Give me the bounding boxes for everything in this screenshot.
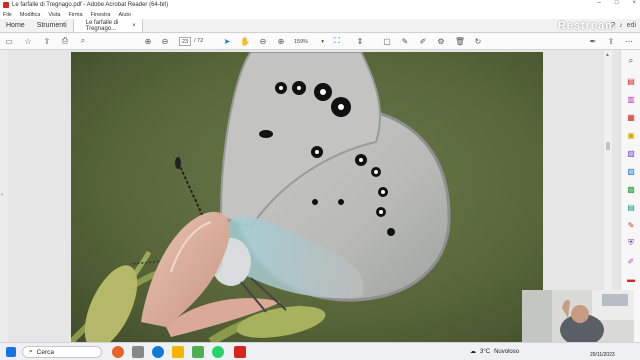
expand-left-panel-icon[interactable]: › xyxy=(1,192,3,198)
close-window-button[interactable]: × xyxy=(632,0,636,6)
zoom-dropdown[interactable]: 159% ▾ xyxy=(294,37,324,46)
taskbar-date: 29/11/2023 xyxy=(590,352,615,358)
widget-icon[interactable] xyxy=(112,346,124,358)
more-icon[interactable]: ⋯ xyxy=(624,36,634,46)
window-title: Le farfalle di Tregnago.pdf - Adobe Acro… xyxy=(12,2,169,8)
tab-home[interactable]: Home xyxy=(0,19,31,32)
whatsapp-icon[interactable] xyxy=(212,346,224,358)
file-explorer-icon[interactable] xyxy=(172,346,184,358)
maximize-button[interactable]: □ xyxy=(615,0,619,6)
title-bar: Le farfalle di Tregnago.pdf - Adobe Acro… xyxy=(0,0,640,10)
toolbar: ▭ ☆ ⇪ ⎙ ⌕ ⊕ ⊖ 23 / 72 ➤ ✋ ⊖ ⊕ 159% ▾ ⛶ ⇕… xyxy=(0,33,640,50)
cloud-icon: ☁ xyxy=(470,349,476,355)
tab-home-label: Home xyxy=(6,22,25,29)
weather-temp: 3°C xyxy=(480,348,491,355)
scroll-thumb[interactable] xyxy=(606,142,610,150)
share-icon[interactable]: ⇪ xyxy=(606,36,616,46)
menu-vista[interactable]: Vista xyxy=(48,12,60,18)
acrobat-app-icon xyxy=(3,2,9,8)
taskbar: ⌕ Cerca ☁ 3°C Nuvoloso 29/11/2023 xyxy=(0,342,640,360)
menu-aiuto[interactable]: Aiuto xyxy=(118,12,131,18)
export-pdf-icon[interactable]: ▤ xyxy=(626,76,636,86)
page-number-input[interactable]: 23 xyxy=(179,37,191,46)
stamp-icon[interactable]: ⚙ xyxy=(436,36,446,46)
scroll-up-icon[interactable]: ▲ xyxy=(605,52,610,58)
chevron-down-icon: ▾ xyxy=(321,38,324,45)
left-side-panel[interactable]: › xyxy=(0,50,8,342)
pdf-page xyxy=(71,52,543,342)
edit-pdf-icon[interactable]: ▦ xyxy=(626,112,636,122)
upload-icon[interactable]: ⇪ xyxy=(42,36,52,46)
account-label[interactable]: edi xyxy=(627,22,636,29)
zoom-value: 159% xyxy=(294,38,309,45)
menu-bar: File Modifica Vista Firma Finestra Aiuto xyxy=(0,10,640,19)
combine-icon[interactable]: ▧ xyxy=(626,148,636,158)
minimize-button[interactable]: – xyxy=(598,0,601,6)
draw-icon[interactable]: ✐ xyxy=(418,36,428,46)
tab-bar: Home Strumenti Le farfalle di Tregnago..… xyxy=(0,19,640,33)
task-view-icon[interactable] xyxy=(132,346,144,358)
scan-icon[interactable]: ▤ xyxy=(626,202,636,212)
help-icon[interactable]: ? xyxy=(611,22,615,29)
menu-modifica[interactable]: Modifica xyxy=(20,12,40,18)
print-icon[interactable]: ⎙ xyxy=(60,36,70,46)
butterfly-photo xyxy=(71,52,543,342)
weather-desc: Nuvoloso xyxy=(494,348,520,355)
page-up-icon[interactable]: ⊕ xyxy=(143,36,153,46)
organize-icon[interactable]: ▨ xyxy=(626,166,636,176)
zoom-out-icon[interactable]: ⊖ xyxy=(258,36,268,46)
menu-file[interactable]: File xyxy=(3,12,12,18)
menu-firma[interactable]: Firma xyxy=(69,12,83,18)
page-down-icon[interactable]: ⊖ xyxy=(160,36,170,46)
tab-tools[interactable]: Strumenti xyxy=(31,19,73,32)
tab-document-label: Le farfalle di Tregnago... xyxy=(85,19,119,32)
fill-sign-icon[interactable]: ✒ xyxy=(588,36,598,46)
delete-icon[interactable]: 🗑 xyxy=(455,36,465,46)
zoom-in-icon[interactable]: ⊕ xyxy=(276,36,286,46)
restream-watermark: Restream xyxy=(557,20,616,32)
create-pdf-icon[interactable]: ▥ xyxy=(626,94,636,104)
acrobat-icon[interactable] xyxy=(234,346,246,358)
search-icon: ⌕ xyxy=(29,348,33,355)
presenter-video xyxy=(522,290,634,342)
edge-icon[interactable] xyxy=(152,346,164,358)
protect-icon[interactable]: ⛨ xyxy=(626,238,636,248)
window-controls: – □ × xyxy=(598,0,636,6)
comment-icon[interactable]: ▣ xyxy=(626,130,636,140)
hand-icon[interactable]: ✋ xyxy=(240,36,250,46)
document-viewer[interactable] xyxy=(8,50,611,342)
compress-icon[interactable]: ▩ xyxy=(626,184,636,194)
menu-finestra[interactable]: Finestra xyxy=(91,12,111,18)
fit-page-icon[interactable]: ⛶ xyxy=(332,36,342,46)
tab-document[interactable]: Le farfalle di Tregnago... × xyxy=(72,19,143,32)
cursor-icon[interactable]: ➤ xyxy=(222,36,232,46)
windows-start-icon[interactable] xyxy=(6,347,16,357)
weather-widget[interactable]: ☁ 3°C Nuvoloso xyxy=(470,348,520,356)
redact-icon[interactable]: ▬ xyxy=(626,274,636,284)
store-icon[interactable] xyxy=(192,346,204,358)
bell-icon[interactable]: ♪ xyxy=(619,22,623,29)
search-icon[interactable]: ⌕ xyxy=(78,36,88,46)
page-total: / 72 xyxy=(194,38,204,44)
sign-icon[interactable]: ✎ xyxy=(626,220,636,230)
comment-icon[interactable]: ▢ xyxy=(382,36,392,46)
tab-tools-label: Strumenti xyxy=(36,22,67,29)
tab-document-close-button[interactable]: × xyxy=(132,23,136,29)
save-icon[interactable]: ▭ xyxy=(4,36,14,46)
search-icon[interactable]: ⌕ xyxy=(626,56,636,66)
header-right-icons: ? ♪ edi xyxy=(611,22,636,29)
rotate-icon[interactable]: ↻ xyxy=(473,36,483,46)
scroll-mode-icon[interactable]: ⇕ xyxy=(355,36,365,46)
fill-icon[interactable]: ✐ xyxy=(626,256,636,266)
webcam-overlay xyxy=(522,290,634,342)
search-placeholder: Cerca xyxy=(36,348,54,356)
taskbar-search[interactable]: ⌕ Cerca xyxy=(22,346,102,358)
pen-icon[interactable]: ✎ xyxy=(400,36,410,46)
star-icon[interactable]: ☆ xyxy=(23,36,33,46)
